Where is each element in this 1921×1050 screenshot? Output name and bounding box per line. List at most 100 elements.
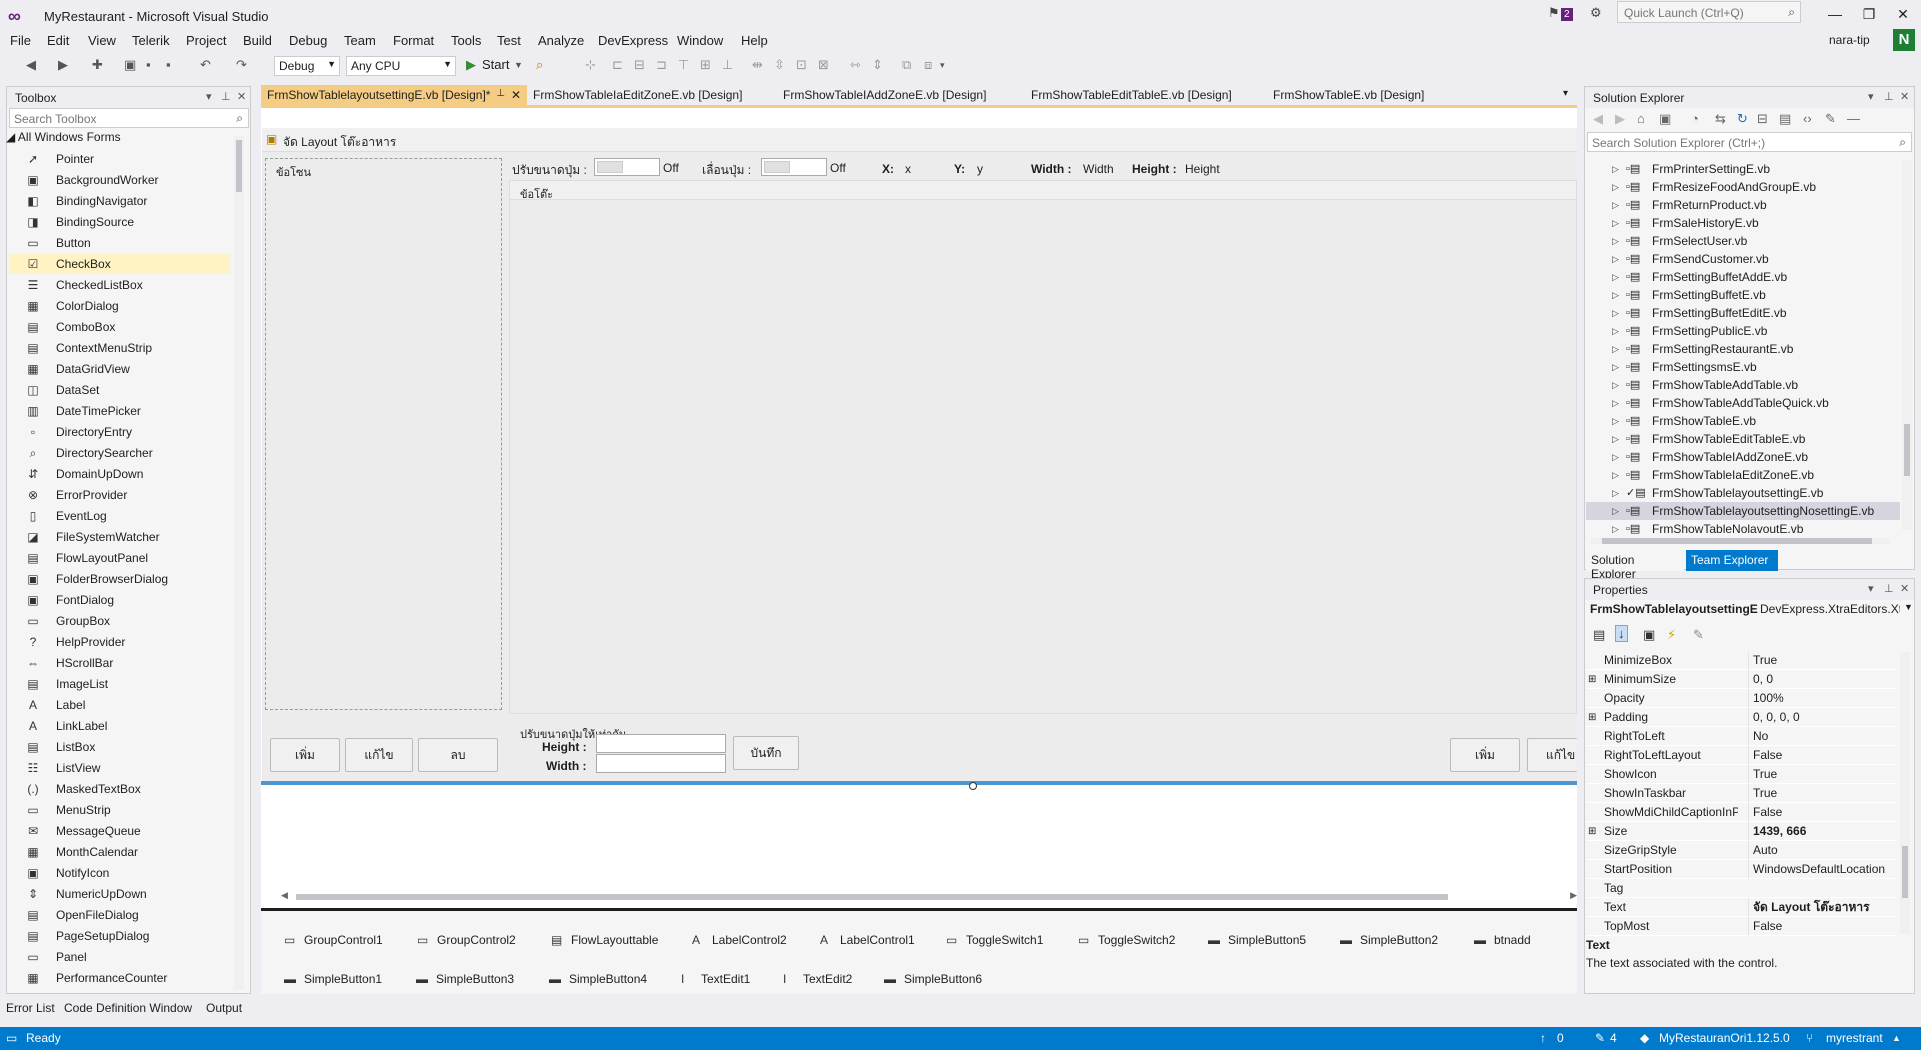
expand-arrow-icon[interactable]: ▷ (1612, 394, 1619, 412)
dropdown-icon[interactable]: ▾ (1868, 582, 1874, 595)
menu-telerik[interactable]: Telerik (132, 33, 170, 48)
horizontal-spacing-icon[interactable]: ⇿ (850, 57, 861, 73)
menu-devexpress[interactable]: DevExpress (598, 33, 668, 48)
component-tray-item[interactable]: ▬ SimpleButton5 (1208, 931, 1306, 949)
menu-view[interactable]: View (88, 33, 116, 48)
solution-file-item[interactable]: ▷ ▫▤ FrmSettingBuffetEditE.vb (1586, 304, 1900, 322)
table-group[interactable]: ข้อโต๊ะ (509, 180, 1577, 714)
view-code-icon[interactable]: ‹› (1803, 111, 1812, 126)
repo-icon[interactable]: ◆ (1640, 1031, 1649, 1045)
menu-team[interactable]: Team (344, 33, 376, 48)
property-row[interactable]: ShowMdiChildCaptionInPa False (1586, 803, 1896, 822)
back-icon[interactable]: ◀ (1593, 111, 1603, 127)
dropdown-icon[interactable]: ▾ (206, 90, 212, 103)
tab-code-definition[interactable]: Code Definition Window (64, 1001, 192, 1015)
expand-arrow-icon[interactable]: ▷ (1612, 412, 1619, 430)
toolbox-item[interactable]: ⊗ ErrorProvider (10, 485, 230, 505)
solution-file-item[interactable]: ▷ ▫▤ FrmSettingBuffetE.vb (1586, 286, 1900, 304)
expand-property-icon[interactable]: ⊞ (1588, 822, 1596, 841)
scroll-right-icon[interactable]: ▶ (1570, 890, 1577, 901)
properties-object-select[interactable]: FrmShowTablelayoutsettingE DevExpress.Xt… (1590, 602, 1914, 620)
dropdown-icon[interactable]: ▾ (1868, 90, 1874, 103)
menu-help[interactable]: Help (741, 33, 768, 48)
solution-file-item[interactable]: ▷ ▫▤ FrmShowTableIAddZoneE.vb (1586, 448, 1900, 466)
chevron-up-icon[interactable]: ▲ (1892, 1033, 1901, 1043)
tab-add-zone[interactable]: FrmShowTableIAddZoneE.vb [Design] (777, 85, 992, 106)
preview-icon[interactable]: — (1847, 111, 1860, 126)
solution-file-item[interactable]: ▷ ▫▤ FrmShowTableEditTableE.vb (1586, 430, 1900, 448)
user-avatar[interactable]: N (1893, 29, 1915, 51)
categorized-icon[interactable]: ▤ (1593, 627, 1605, 643)
zone-edit-button[interactable]: แก้ไข (345, 738, 413, 772)
solution-file-item[interactable]: ▷ ▫▤ FrmShowTableAddTableQuick.vb (1586, 394, 1900, 412)
find-icon[interactable]: ⌕ (536, 57, 543, 73)
toolbox-item[interactable]: ⇵ DomainUpDown (10, 464, 230, 484)
zone-group[interactable]: ข้อโซน (265, 158, 502, 710)
resize-handle[interactable] (969, 782, 977, 790)
toolbox-item[interactable]: ▣ FolderBrowserDialog (10, 569, 230, 589)
back-icon[interactable]: ◀ (26, 57, 36, 73)
toolbox-scrollbar[interactable] (234, 136, 244, 990)
toolbox-item[interactable]: ⇔ HScrollBar (10, 653, 230, 673)
close-icon[interactable]: ✕ (1900, 90, 1909, 103)
same-size-icon[interactable]: ⊡ (796, 57, 807, 73)
expand-arrow-icon[interactable]: ▷ (1612, 160, 1619, 178)
property-value[interactable]: จัด Layout โต๊ะอาหาร (1748, 898, 1898, 917)
zone-delete-button[interactable]: ลบ (418, 738, 498, 772)
tab-overflow-icon[interactable]: ▾ (1557, 85, 1574, 106)
toolbox-item[interactable]: ⇕ NumericUpDown (10, 884, 230, 904)
move-button-toggle[interactable] (761, 158, 827, 176)
tab-team-explorer[interactable]: Team Explorer (1686, 550, 1778, 571)
expand-arrow-icon[interactable]: ▷ (1612, 268, 1619, 286)
property-row[interactable]: TopMost False (1586, 917, 1896, 936)
toolbox-item[interactable]: ▦ MonthCalendar (10, 842, 230, 862)
undo-icon[interactable]: ↶ (200, 57, 211, 73)
solution-file-item[interactable]: ▷ ▫▤ FrmSelectUser.vb (1586, 232, 1900, 250)
pin-icon[interactable]: ⊥ (1884, 582, 1894, 595)
equal-height-input[interactable] (596, 734, 726, 753)
component-tray-item[interactable]: A LabelControl2 (692, 931, 787, 949)
toolbox-item[interactable]: ◧ BindingNavigator (10, 191, 230, 211)
minimize-button[interactable]: — (1820, 2, 1850, 26)
property-row[interactable]: MinimizeBox True (1586, 651, 1896, 670)
component-tray-item[interactable]: ▭ GroupControl2 (417, 931, 516, 949)
close-window-button[interactable]: ✕ (1888, 2, 1918, 26)
solution-hscrollbar[interactable] (1590, 538, 1890, 544)
tab-error-list[interactable]: Error List (6, 1001, 55, 1015)
solution-file-item[interactable]: ▷ ✓▤ FrmShowTablelayoutsettingE.vb (1586, 484, 1900, 502)
solution-file-item[interactable]: ▷ ▫▤ FrmShowTableIaEditZoneE.vb (1586, 466, 1900, 484)
expand-arrow-icon[interactable]: ▷ (1612, 484, 1619, 502)
project-name[interactable]: MyRestauranOri1.12.5.0 (1659, 1031, 1790, 1045)
property-value[interactable]: Auto (1748, 841, 1898, 860)
property-value[interactable]: True (1748, 765, 1898, 784)
property-row[interactable]: Tag (1586, 879, 1896, 898)
expand-arrow-icon[interactable]: ▷ (1612, 520, 1619, 538)
properties-icon[interactable]: ✎ (1825, 111, 1836, 127)
quick-launch-input[interactable]: Quick Launch (Ctrl+Q) ⌕ (1617, 1, 1801, 23)
expand-arrow-icon[interactable]: ▷ (1612, 502, 1619, 520)
expand-arrow-icon[interactable]: ▷ (1612, 322, 1619, 340)
property-row[interactable]: ⊞ MinimumSize 0, 0 (1586, 670, 1896, 689)
solution-hscroll-thumb[interactable] (1602, 538, 1872, 544)
tab-output[interactable]: Output (206, 1001, 242, 1015)
property-value[interactable]: WindowsDefaultLocation (1748, 860, 1898, 879)
property-row[interactable]: Opacity 100% (1586, 689, 1896, 708)
center-vertically-icon[interactable]: ⧈ (924, 57, 932, 73)
size-to-grid-icon[interactable]: ⊠ (818, 57, 829, 73)
same-height-icon[interactable]: ⇳ (774, 57, 785, 73)
property-row[interactable]: StartPosition WindowsDefaultLocation (1586, 860, 1896, 879)
component-tray-item[interactable]: ▬ SimpleButton2 (1340, 931, 1438, 949)
property-row[interactable]: ⊞ Size 1439, 666 (1586, 822, 1896, 841)
alphabetical-icon[interactable]: ↓ (1615, 625, 1628, 642)
component-tray-item[interactable]: ▭ GroupControl1 (284, 931, 383, 949)
vertical-spacing-icon[interactable]: ⇕ (872, 57, 883, 73)
table-add-button[interactable]: เพิ่ม (1450, 738, 1520, 772)
toolbox-item[interactable]: ▣ BackgroundWorker (10, 170, 230, 190)
properties-view-icon[interactable]: ▣ (1643, 627, 1655, 643)
toolbox-item[interactable]: ▤ OpenFileDialog (10, 905, 230, 925)
component-tray-item[interactable]: ▬ SimpleButton6 (884, 970, 982, 988)
solution-scroll-thumb[interactable] (1904, 424, 1910, 476)
solution-file-item[interactable]: ▷ ▫▤ FrmShowTableE.vb (1586, 412, 1900, 430)
property-row[interactable]: SizeGripStyle Auto (1586, 841, 1896, 860)
align-tops-icon[interactable]: ⊤ (678, 57, 689, 73)
